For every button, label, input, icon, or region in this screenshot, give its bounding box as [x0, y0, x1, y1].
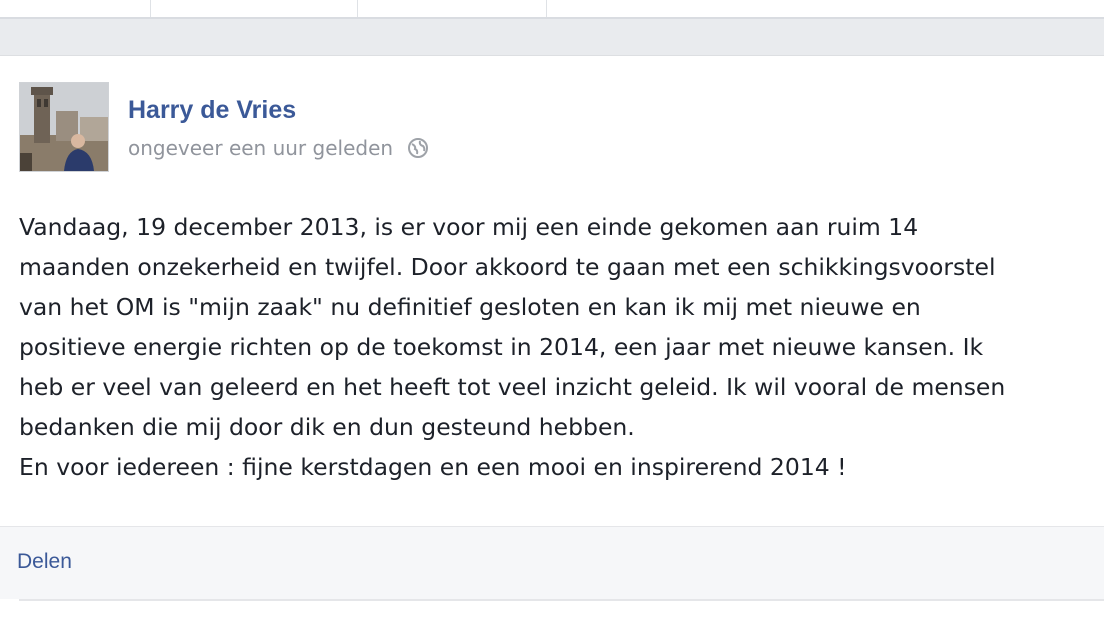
post-meta: ongeveer een uur geleden: [128, 136, 429, 160]
post-body-line: positieve energie richten op de toekomst…: [19, 333, 984, 361]
post-body-line: En voor iedereen : fijne kerstdagen en e…: [19, 453, 847, 481]
post-body-line: maanden onzekerheid en twijfel. Door akk…: [19, 253, 996, 281]
nav-tab[interactable]: [150, 0, 358, 17]
post-body: Vandaag, 19 december 2013, is er voor mi…: [19, 207, 1089, 487]
divider: [19, 599, 1104, 601]
nav-tab[interactable]: [357, 0, 547, 17]
post-card: Harry de Vries ongeveer een uur geleden …: [0, 55, 1104, 621]
post-timestamp[interactable]: ongeveer een uur geleden: [128, 136, 393, 160]
nav-tab[interactable]: [546, 0, 1104, 17]
avatar-photo: [20, 83, 108, 171]
post-actions-bar: Delen: [0, 527, 1104, 599]
author-name[interactable]: Harry de Vries: [128, 96, 296, 125]
post-body-line: Vandaag, 19 december 2013, is er voor mi…: [19, 213, 919, 241]
avatar[interactable]: [19, 82, 109, 172]
post-body-line: heb er veel van geleerd en het heeft tot…: [19, 373, 1006, 401]
post-body-line: van het OM is "mijn zaak" nu definitief …: [19, 293, 921, 321]
top-navigation-bar: [0, 0, 1104, 19]
globe-icon[interactable]: [407, 137, 429, 159]
post-body-line: bedanken die mij door dik en dun gesteun…: [19, 413, 635, 441]
share-link[interactable]: Delen: [17, 550, 72, 574]
